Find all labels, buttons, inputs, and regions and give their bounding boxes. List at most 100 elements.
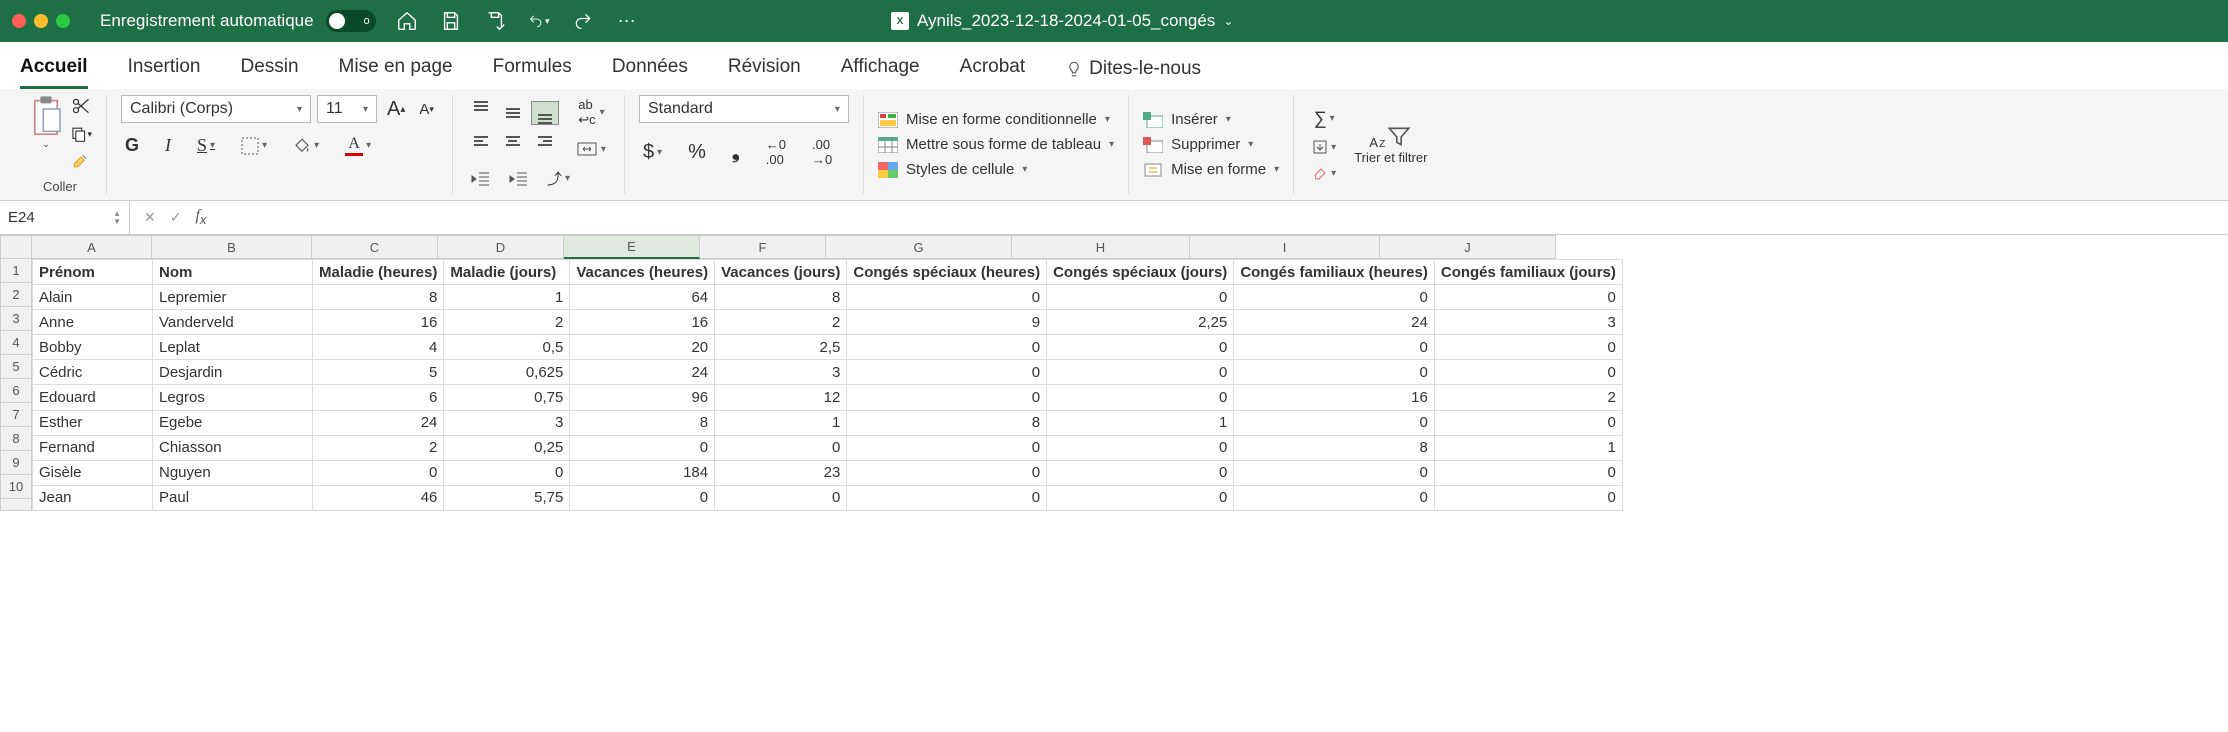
cell[interactable]: 0 [570,485,715,510]
cell[interactable]: Esther [33,410,153,435]
align-bottom-button[interactable] [531,101,559,125]
cell-styles-button[interactable]: Styles de cellule▾ [878,161,1114,178]
cell[interactable]: Nom [153,260,313,285]
tab-draw[interactable]: Dessin [240,52,298,89]
cell[interactable]: 0 [1047,285,1234,310]
column-header-C[interactable]: C [312,235,438,259]
minimize-window-button[interactable] [34,14,48,28]
cell[interactable]: Fernand [33,435,153,460]
tab-home[interactable]: Accueil [20,52,88,89]
tab-data[interactable]: Données [612,52,688,89]
cell[interactable]: Chiasson [153,435,313,460]
cell[interactable]: 2 [715,310,847,335]
cell[interactable]: 0,25 [444,435,570,460]
tell-me-search[interactable]: Dites-le-nous [1065,52,1201,89]
cell[interactable]: 8 [847,410,1047,435]
number-format-combo[interactable]: Standard▾ [639,95,849,123]
align-left-button[interactable] [467,129,495,153]
cell[interactable]: 8 [1234,435,1435,460]
increase-indent-button[interactable] [505,166,533,191]
cut-button[interactable] [70,95,92,117]
cell[interactable]: Paul [153,485,313,510]
row-header-10[interactable]: 10 [0,475,32,499]
cell[interactable]: 8 [570,410,715,435]
cell[interactable]: 184 [570,460,715,485]
cell[interactable]: 0,5 [444,335,570,360]
more-icon[interactable]: ⋯ [616,10,638,32]
cell[interactable]: 0 [847,460,1047,485]
cell[interactable]: 96 [570,385,715,410]
column-header-J[interactable]: J [1380,235,1556,259]
cell[interactable]: 0 [847,385,1047,410]
cell[interactable]: 0 [444,460,570,485]
row-header-2[interactable]: 2 [0,283,32,307]
cell[interactable]: Vacances (jours) [715,260,847,285]
cell[interactable]: 24 [313,410,444,435]
cell[interactable]: 6 [313,385,444,410]
cell[interactable]: 0 [1434,485,1622,510]
cell[interactable]: 0 [1234,335,1435,360]
row-header-7[interactable]: 7 [0,403,32,427]
cell[interactable]: 4 [313,335,444,360]
close-window-button[interactable] [12,14,26,28]
comma-style-button[interactable]: ❟ [728,139,744,166]
copy-button[interactable]: ▾ [70,123,92,145]
formula-input[interactable] [221,205,2228,230]
cell[interactable]: Congés spéciaux (heures) [847,260,1047,285]
cell[interactable]: 3 [444,410,570,435]
column-header-I[interactable]: I [1190,235,1380,259]
cell[interactable]: 0 [1047,485,1234,510]
cell[interactable]: 0 [847,285,1047,310]
cell[interactable]: 0 [1434,335,1622,360]
wrap-text-button[interactable]: ab↩c▾ [573,95,610,130]
cell[interactable]: 2 [313,435,444,460]
cell[interactable]: 1 [1434,435,1622,460]
cell[interactable]: 2,5 [715,335,847,360]
cell[interactable]: Desjardin [153,360,313,385]
cell[interactable]: Egebe [153,410,313,435]
format-cells-button[interactable]: Mise en forme▾ [1143,161,1279,178]
font-color-button[interactable]: A▾ [341,133,375,158]
column-header-G[interactable]: G [826,235,1012,259]
column-header-F[interactable]: F [700,235,826,259]
cell[interactable]: 64 [570,285,715,310]
cell[interactable]: 0 [1047,360,1234,385]
autosum-button[interactable]: ∑▾ [1308,106,1340,131]
align-center-button[interactable] [499,129,527,153]
clear-button[interactable]: ▾ [1308,163,1340,183]
column-header-H[interactable]: H [1012,235,1190,259]
cell[interactable]: 9 [847,310,1047,335]
currency-button[interactable]: $▾ [639,139,666,166]
row-header-5[interactable]: 5 [0,355,32,379]
increase-decimal-button[interactable]: ←0.00 [762,135,790,169]
row-header-3[interactable]: 3 [0,307,32,331]
undo-icon[interactable]: ▾ [528,10,550,32]
cell[interactable]: 1 [444,285,570,310]
cell[interactable]: Edouard [33,385,153,410]
cell[interactable]: 8 [313,285,444,310]
maximize-window-button[interactable] [56,14,70,28]
document-title[interactable]: X Aynils_2023-12-18-2024-01-05_congés ⌄ [678,11,1447,31]
orientation-button[interactable]: ⤴▾ [543,166,574,191]
name-box[interactable]: E24 ▲▼ [0,201,130,234]
cell[interactable]: 3 [1434,310,1622,335]
redo-icon[interactable] [572,10,594,32]
align-middle-button[interactable] [499,101,527,125]
cell[interactable]: Bobby [33,335,153,360]
name-box-stepper[interactable]: ▲▼ [113,210,121,226]
cell[interactable]: 0 [1234,485,1435,510]
cell[interactable]: 16 [1234,385,1435,410]
save-icon[interactable] [440,10,462,32]
row-header-9[interactable]: 9 [0,451,32,475]
borders-button[interactable]: ▾ [237,135,271,157]
cell[interactable]: Lepremier [153,285,313,310]
row-header-1[interactable]: 1 [0,259,32,283]
cell[interactable]: 8 [715,285,847,310]
cell[interactable]: 0 [1047,460,1234,485]
tab-insert[interactable]: Insertion [128,52,201,89]
cell[interactable]: 0 [1434,285,1622,310]
tab-view[interactable]: Affichage [841,52,920,89]
cell[interactable]: 24 [570,360,715,385]
cell[interactable]: Alain [33,285,153,310]
decrease-font-button[interactable]: A▾ [415,99,438,120]
